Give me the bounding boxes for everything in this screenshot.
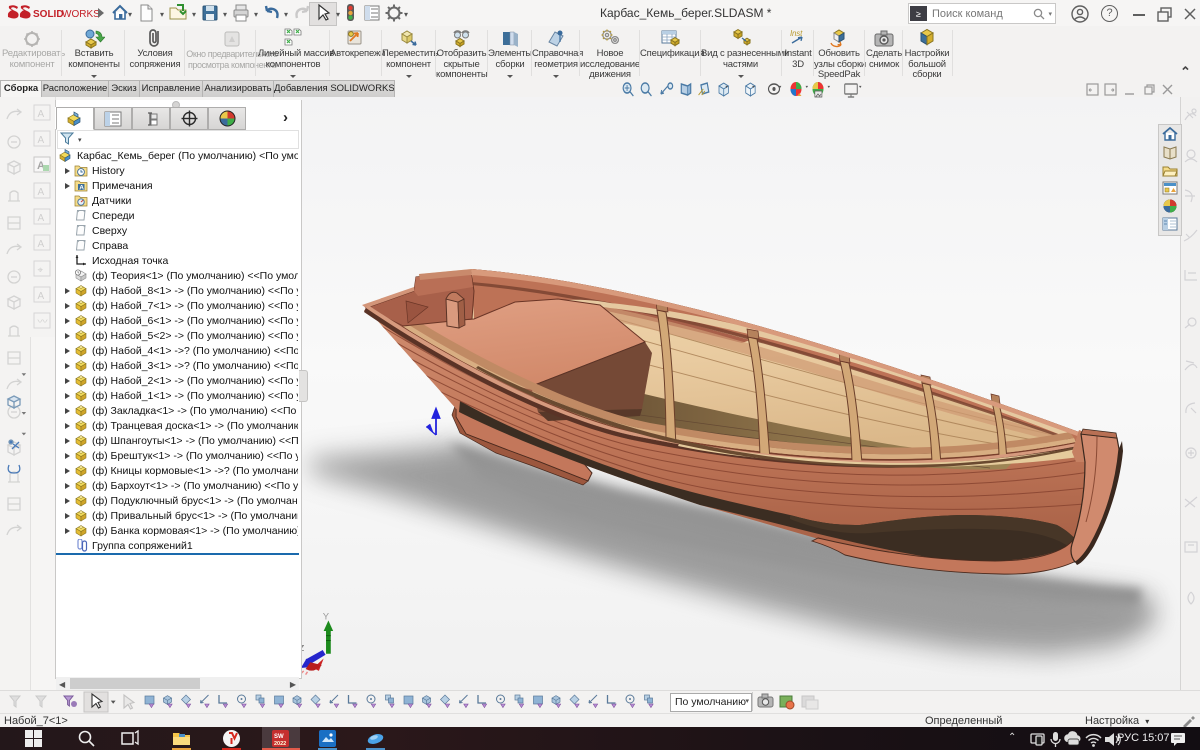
svg-text:A: A [38, 291, 45, 302]
svg-text:A: A [79, 184, 84, 191]
svg-text:⌖: ⌖ [38, 265, 44, 276]
svg-text:A: A [38, 109, 45, 120]
svg-text:SOLID: SOLID [33, 9, 64, 20]
svg-text:2022: 2022 [274, 741, 286, 747]
svg-text:A: A [38, 135, 45, 146]
svg-text:Y: Y [323, 612, 330, 623]
svg-text:A: A [38, 239, 45, 250]
svg-text:〰: 〰 [38, 317, 48, 328]
svg-text:WORKS: WORKS [62, 9, 100, 20]
svg-text:SW: SW [274, 734, 284, 740]
svg-text:A: A [38, 187, 45, 198]
svg-text:A: A [38, 213, 45, 224]
